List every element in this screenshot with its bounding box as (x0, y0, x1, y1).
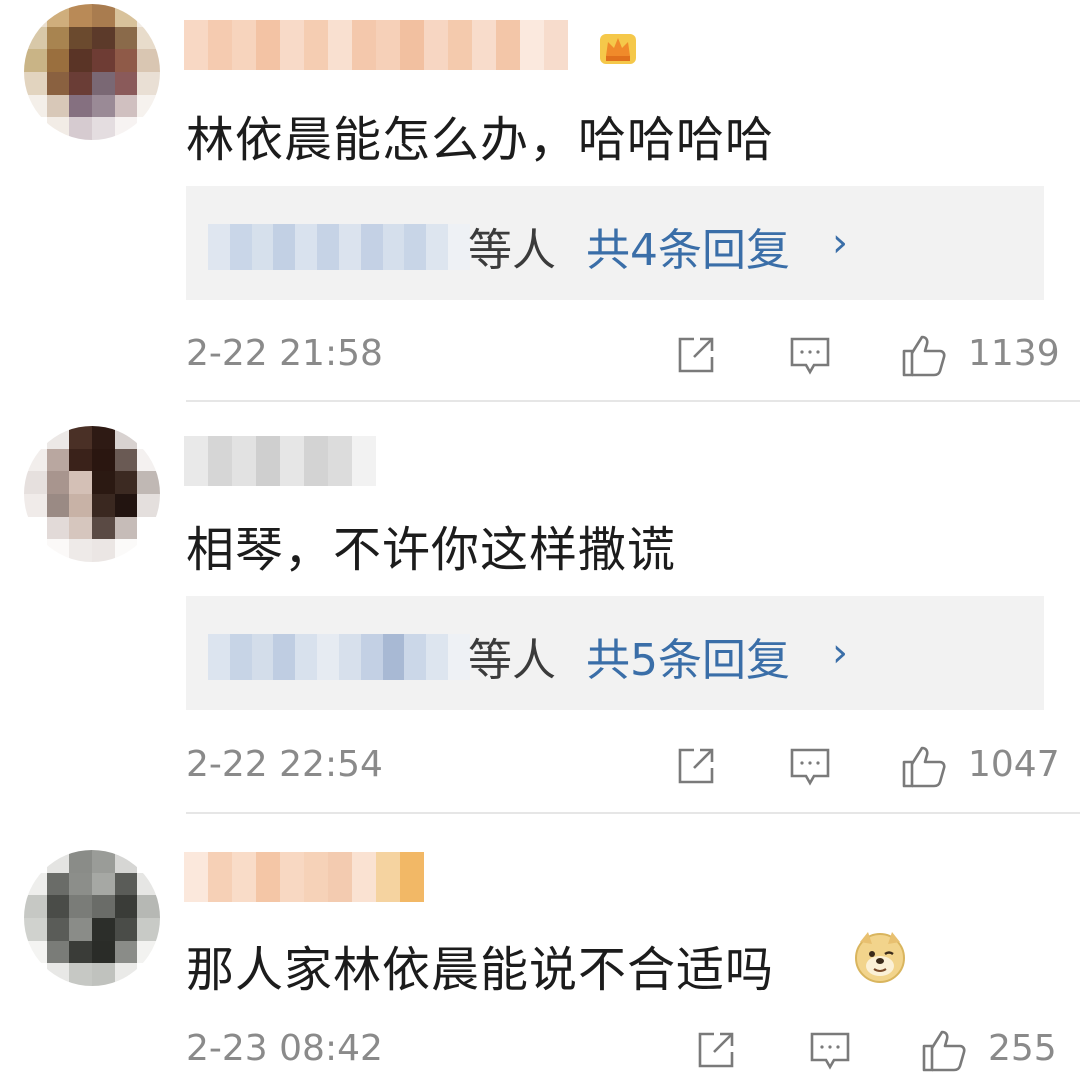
like-count: 255 (988, 1028, 1057, 1069)
username-blurred[interactable] (184, 436, 376, 486)
reply-usernames-blurred (208, 224, 470, 270)
share-icon[interactable] (674, 744, 718, 788)
reply-suffix: 等人 (468, 635, 556, 686)
timestamp: 2-23 08:42 (186, 1028, 383, 1069)
comment-footer: 2-23 08:42 255 (186, 1026, 1057, 1078)
comment-text: 林依晨能怎么办，哈哈哈哈 (186, 112, 775, 168)
thumbs-up-icon[interactable] (900, 331, 948, 379)
thumbs-up-icon[interactable] (920, 1026, 968, 1074)
reply-count-link[interactable]: 共5条回复 (586, 624, 790, 688)
avatar[interactable] (24, 426, 160, 562)
reply-count-link[interactable]: 共4条回复 (586, 214, 790, 278)
share-icon[interactable] (694, 1028, 738, 1072)
timestamp: 2-22 21:58 (186, 333, 383, 374)
comment-icon[interactable] (808, 1030, 852, 1072)
comment-footer: 2-22 21:58 1139 (186, 331, 1060, 383)
vip-crown-icon (600, 34, 636, 64)
reply-usernames-blurred (208, 634, 470, 680)
chevron-right-icon: › (832, 630, 848, 676)
comment-icon[interactable] (788, 746, 832, 788)
chevron-right-icon: › (832, 220, 848, 266)
reply-preview[interactable]: 等人 共4条回复 › (186, 186, 1044, 300)
username-blurred[interactable] (184, 852, 424, 902)
reply-preview[interactable]: 等人 共5条回复 › (186, 596, 1044, 710)
username-blurred[interactable] (184, 20, 568, 70)
like-count: 1047 (968, 744, 1060, 785)
comment-item: 相琴，不许你这样撒谎 等人 共5条回复 › 2-22 22:54 1047 (0, 402, 1080, 810)
timestamp: 2-22 22:54 (186, 744, 383, 785)
like-count: 1139 (968, 333, 1060, 374)
comment-icon[interactable] (788, 335, 832, 377)
thumbs-up-icon[interactable] (900, 742, 948, 790)
comment-item: 林依晨能怎么办，哈哈哈哈 等人 共4条回复 › 2-22 21:58 1139 (0, 0, 1080, 400)
avatar[interactable] (24, 850, 160, 986)
comment-text: 那人家林依晨能说不合适吗 (186, 942, 775, 998)
share-icon[interactable] (674, 333, 718, 377)
avatar[interactable] (24, 4, 160, 140)
doge-emoji-icon (855, 932, 905, 983)
comment-footer: 2-22 22:54 1047 (186, 742, 1060, 794)
comment-item: 那人家林依晨能说不合适吗 2-23 08:42 255 (0, 814, 1080, 1075)
comment-text: 相琴，不许你这样撒谎 (186, 522, 677, 578)
reply-suffix: 等人 (468, 225, 556, 276)
